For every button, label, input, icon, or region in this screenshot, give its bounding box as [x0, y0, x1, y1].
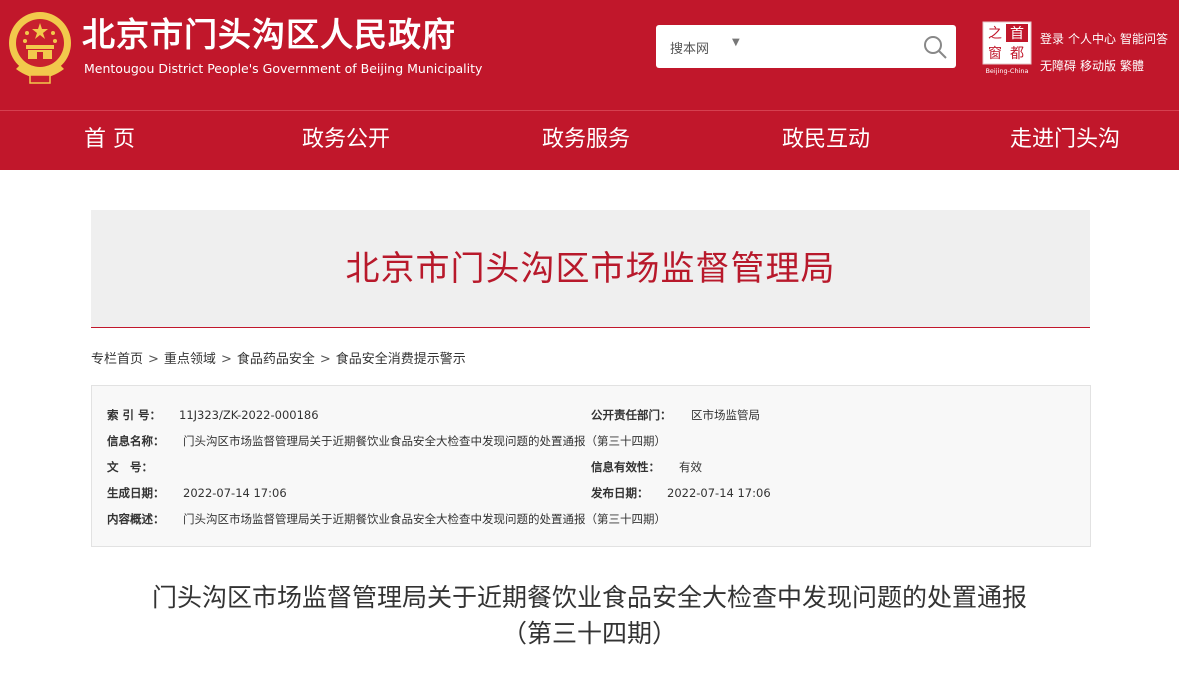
- logo-caption: Beijing-China: [985, 67, 1028, 75]
- department-title[interactable]: 北京市门头沟区市场监督管理局: [91, 247, 1090, 291]
- nav-home[interactable]: 首 页: [84, 125, 135, 155]
- site-title[interactable]: 北京市门头沟区人民政府: [82, 14, 456, 56]
- login-link[interactable]: 登录: [1040, 32, 1064, 46]
- breadcrumb-item[interactable]: 专栏首页: [91, 352, 143, 367]
- index-number-label: 索 引 号：: [107, 408, 162, 422]
- summary-value: 门头沟区市场监督管理局关于近期餐饮业食品安全大检查中发现问题的处置通报（第三十四…: [183, 512, 666, 526]
- responsible-dept-value: 区市场监管局: [691, 408, 760, 422]
- logo-char: 之: [988, 26, 1002, 42]
- breadcrumb-item[interactable]: 重点领域: [164, 352, 216, 367]
- logo-char: 窗: [988, 45, 1002, 62]
- search-icon[interactable]: [922, 34, 948, 60]
- search-scope-select[interactable]: 搜本网: [670, 38, 709, 57]
- info-metadata-box: 索 引 号： 11J323/ZK-2022-000186 公开责任部门： 区市场监管…: [91, 385, 1091, 547]
- capital-window-logo[interactable]: 首 都 之 窗 Beijing-China: [982, 21, 1032, 75]
- summary-row: 内容概述： 门头沟区市场监督管理局关于近期餐饮业食品安全大检查中发现问题的处置通报…: [107, 511, 666, 527]
- created-date-value: 2022-07-14 17:06: [183, 486, 287, 500]
- breadcrumb-item[interactable]: 食品药品安全: [237, 352, 315, 367]
- info-name-value: 门头沟区市场监督管理局关于近期餐饮业食品安全大检查中发现问题的处置通报（第三十四…: [183, 434, 666, 448]
- created-date-label: 生成日期：: [107, 486, 165, 500]
- article-title-line2: （第三十四期）: [501, 619, 677, 648]
- article-title: 门头沟区市场监督管理局关于近期餐饮业食品安全大检查中发现问题的处置通报 （第三十…: [0, 580, 1179, 652]
- responsible-dept-label: 公开责任部门：: [591, 408, 672, 422]
- published-date-value: 2022-07-14 17:06: [667, 486, 771, 500]
- logo-char: 都: [1010, 46, 1024, 62]
- user-center-link[interactable]: 个人中心: [1068, 32, 1116, 46]
- validity-label: 信息有效性：: [591, 460, 660, 474]
- index-number-row: 索 引 号： 11J323/ZK-2022-000186: [107, 407, 319, 423]
- breadcrumb-item[interactable]: 食品安全消费提示警示: [336, 352, 466, 367]
- index-number-value: 11J323/ZK-2022-000186: [179, 408, 319, 422]
- header-bar: 北京市门头沟区人民政府 Mentougou District People's …: [0, 0, 1179, 110]
- accessibility-link[interactable]: 无障碍: [1040, 59, 1076, 73]
- published-date-label: 发布日期：: [591, 486, 649, 500]
- summary-label: 内容概述：: [107, 512, 165, 526]
- article-title-line1: 门头沟区市场监督管理局关于近期餐饮业食品安全大检查中发现问题的处置通报: [151, 583, 1027, 612]
- site-subtitle: Mentougou District People's Government o…: [84, 61, 483, 76]
- validity-value: 有效: [679, 460, 702, 474]
- published-date-row: 发布日期： 2022-07-14 17:06: [591, 485, 771, 501]
- smart-qa-link[interactable]: 智能问答: [1120, 32, 1168, 46]
- responsible-dept-row: 公开责任部门： 区市场监管局: [591, 407, 760, 423]
- breadcrumb: 专栏首页 > 重点领域 > 食品药品安全 > 食品安全消费提示警示: [91, 348, 466, 367]
- doc-number-label: 文 号：: [107, 460, 153, 474]
- nav-interaction[interactable]: 政民互动: [782, 125, 870, 155]
- main-nav: 首 页 政务公开 政务服务 政民互动 走进门头沟: [0, 110, 1179, 170]
- national-emblem-icon[interactable]: [6, 9, 74, 85]
- nav-gov-services[interactable]: 政务服务: [542, 125, 630, 155]
- nav-about-mentougou[interactable]: 走进门头沟: [1010, 125, 1120, 155]
- info-name-row: 信息名称： 门头沟区市场监督管理局关于近期餐饮业食品安全大检查中发现问题的处置通报…: [107, 433, 666, 449]
- breadcrumb-separator: >: [220, 352, 232, 367]
- logo-char: 首: [1010, 26, 1024, 42]
- created-date-row: 生成日期： 2022-07-14 17:06: [107, 485, 287, 501]
- info-name-label: 信息名称：: [107, 434, 165, 448]
- top-links: 登录 个人中心 智能问答 无障碍 移动版 繁體: [1040, 26, 1172, 80]
- validity-row: 信息有效性： 有效: [591, 459, 702, 475]
- traditional-chinese-link[interactable]: 繁體: [1120, 59, 1144, 73]
- mobile-link[interactable]: 移动版: [1080, 59, 1116, 73]
- search-box: 搜本网 ▼: [656, 25, 956, 68]
- doc-number-row: 文 号：: [107, 459, 183, 475]
- search-input[interactable]: [752, 33, 916, 61]
- breadcrumb-separator: >: [319, 352, 331, 367]
- breadcrumb-separator: >: [148, 352, 159, 367]
- department-banner: 北京市门头沟区市场监督管理局: [91, 210, 1090, 328]
- nav-gov-affairs-open[interactable]: 政务公开: [302, 125, 390, 155]
- dropdown-caret-icon[interactable]: ▼: [732, 37, 740, 48]
